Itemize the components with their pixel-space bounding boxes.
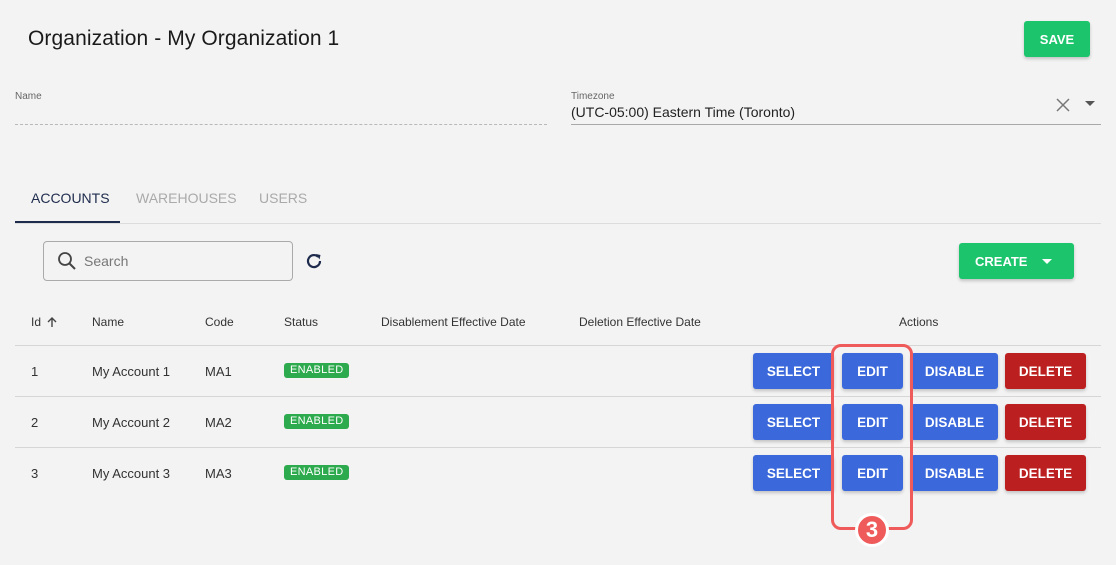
select-button[interactable]: SELECT (753, 353, 834, 389)
page-title: Organization - My Organization 1 (28, 27, 340, 50)
status-badge: ENABLED (284, 465, 350, 480)
delete-button[interactable]: DELETE (1005, 404, 1086, 440)
disable-button[interactable]: DISABLE (911, 404, 998, 440)
tab-bar: ACCOUNTS WAREHOUSES USERS (15, 176, 1101, 224)
timezone-value: (UTC-05:00) Eastern Time (Toronto) (571, 104, 796, 120)
create-label: CREATE (975, 253, 1028, 269)
sort-ascending-icon[interactable] (45, 315, 59, 329)
table-row: 1 My Account 1 MA1 ENABLED SELECT EDIT D… (15, 346, 1101, 397)
cell-name: My Account 2 (92, 415, 171, 430)
cell-name: My Account 3 (92, 466, 171, 481)
column-header-id[interactable]: Id (31, 315, 41, 329)
timezone-label: Timezone (571, 91, 615, 102)
column-header-status: Status (284, 315, 319, 329)
column-header-code: Code (205, 315, 234, 329)
search-box[interactable] (43, 241, 293, 281)
name-label: Name (15, 91, 42, 102)
table-row: 2 My Account 2 MA2 ENABLED SELECT EDIT D… (15, 397, 1101, 448)
delete-button[interactable]: DELETE (1005, 455, 1086, 491)
disable-button[interactable]: DISABLE (911, 455, 998, 491)
active-tab-indicator (15, 221, 120, 223)
search-input[interactable] (84, 251, 284, 271)
tab-accounts[interactable]: ACCOUNTS (31, 190, 110, 206)
create-button[interactable]: CREATE (959, 243, 1074, 279)
cell-code: MA3 (205, 466, 232, 481)
table-row: 3 My Account 3 MA3 ENABLED SELECT EDIT D… (15, 448, 1101, 499)
cell-id: 1 (31, 364, 39, 379)
status-badge: ENABLED (284, 363, 350, 378)
select-button[interactable]: SELECT (753, 455, 834, 491)
tab-warehouses[interactable]: WAREHOUSES (136, 190, 237, 206)
refresh-icon[interactable] (303, 250, 325, 272)
cell-code: MA1 (205, 364, 232, 379)
disable-button[interactable]: DISABLE (911, 353, 998, 389)
column-header-name: Name (92, 315, 125, 329)
timezone-select[interactable]: Timezone (UTC-05:00) Eastern Time (Toron… (571, 91, 1101, 125)
column-header-disablement-date: Disablement Effective Date (381, 315, 526, 329)
cell-name: My Account 1 (92, 364, 171, 379)
cell-id: 2 (31, 415, 39, 430)
chevron-down-icon[interactable] (1085, 101, 1095, 106)
step-number-badge: 3 (855, 513, 889, 547)
column-header-actions: Actions (899, 315, 939, 329)
search-icon (58, 252, 76, 270)
cell-id: 3 (31, 466, 39, 481)
tab-users[interactable]: USERS (259, 190, 307, 206)
column-header-deletion-date: Deletion Effective Date (579, 315, 701, 329)
name-field[interactable]: Name (15, 91, 547, 125)
clear-icon[interactable] (1055, 97, 1071, 113)
delete-button[interactable]: DELETE (1005, 353, 1086, 389)
status-badge: ENABLED (284, 414, 350, 429)
select-button[interactable]: SELECT (753, 404, 834, 440)
cell-code: MA2 (205, 415, 232, 430)
edit-column-highlight (831, 344, 913, 530)
caret-down-icon (1042, 259, 1052, 264)
save-button[interactable]: SAVE (1024, 21, 1090, 57)
